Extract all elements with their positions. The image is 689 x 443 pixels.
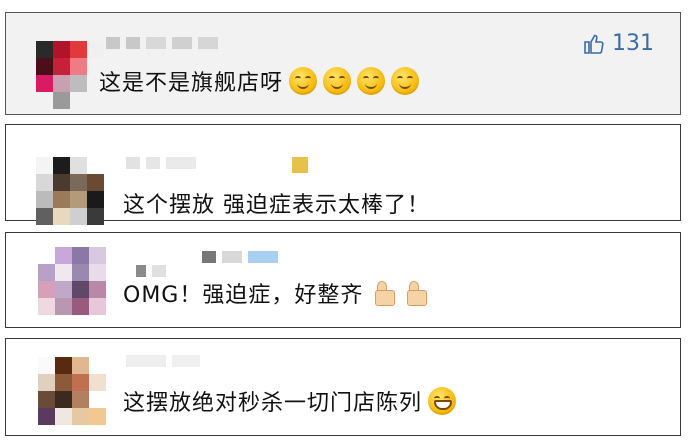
like-button[interactable]: 131	[582, 31, 654, 56]
username-blurred[interactable]	[106, 37, 218, 51]
thinking-face-icon	[391, 67, 420, 95]
comment-text: 这是不是旗舰店呀	[99, 65, 420, 97]
thinking-face-icon	[289, 67, 318, 95]
avatar[interactable]	[36, 157, 104, 225]
comment-card-2: 这个摆放 强迫症表示太棒了！	[5, 124, 681, 225]
username-blurred[interactable]	[126, 355, 200, 369]
thumbs-up-icon	[371, 280, 396, 306]
like-count: 131	[612, 31, 654, 56]
avatar[interactable]	[36, 41, 104, 109]
comment-card-3: OMG！强迫症，好整齐	[5, 232, 681, 328]
thinking-face-icon	[357, 67, 386, 95]
username-blurred[interactable]	[136, 251, 278, 277]
comment-text: 这摆放绝对秒杀一切门店陈列	[123, 385, 457, 417]
comment-text: OMG！强迫症，好整齐	[123, 277, 428, 309]
grinning-face-icon	[428, 387, 457, 415]
username-blurred[interactable]	[126, 157, 308, 173]
comment-text: 这个摆放 强迫症表示太棒了！	[123, 193, 430, 218]
thumbs-up-icon	[403, 280, 428, 306]
comment-card-1: 这是不是旗舰店呀 131	[5, 12, 681, 115]
avatar[interactable]	[38, 357, 106, 425]
avatar[interactable]	[38, 247, 106, 315]
comment-card-4: 这摆放绝对秒杀一切门店陈列	[5, 338, 681, 436]
thinking-face-icon	[323, 67, 352, 95]
thumbs-up-icon	[584, 34, 604, 54]
